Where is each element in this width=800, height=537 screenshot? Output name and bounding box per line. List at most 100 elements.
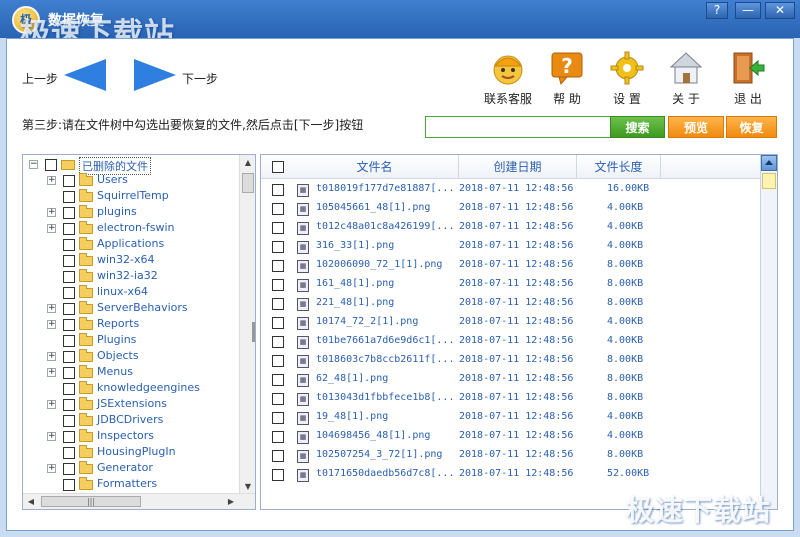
tree-item[interactable]: + Reports [23,317,237,333]
tree-checkbox[interactable] [63,463,75,475]
close-button[interactable]: ✕ [765,2,795,19]
search-button[interactable]: 搜索 [610,116,665,138]
tree-checkbox[interactable] [63,399,75,411]
tree-item-label[interactable]: JDBCDrivers [97,413,163,426]
tree-item-label[interactable]: Menus [97,365,133,378]
tree-checkbox[interactable] [63,223,75,235]
file-checkbox[interactable] [272,412,284,424]
tree-item[interactable]: knowledgeengines [23,381,237,397]
tree-checkbox[interactable] [63,351,75,363]
expand-icon[interactable]: + [47,320,56,329]
tree-item[interactable]: + Inspectors [23,429,237,445]
file-row[interactable]: ▦ t01be7661a7d6e9d6c1[... 2018-07-11 12:48… [261,333,761,352]
file-checkbox[interactable] [272,469,284,481]
tree-item-label[interactable]: electron-fswin [97,221,175,234]
scroll-right-arrow-icon[interactable]: ▶ [223,494,239,509]
tree-item[interactable]: + plugins [23,205,237,221]
file-checkbox[interactable] [272,317,284,329]
tree-checkbox[interactable] [63,479,75,491]
tree-item-label[interactable]: Reports [97,317,139,330]
file-row[interactable]: ▦ 316_33[1].png 2018-07-11 12:48:56 4.00KB [261,238,761,257]
next-step-arrow-icon[interactable] [134,59,176,91]
tree-checkbox[interactable] [63,415,75,427]
file-checkbox[interactable] [272,431,284,443]
expand-icon[interactable]: + [47,352,56,361]
scroll-thumb[interactable]: ||| [41,496,141,507]
file-checkbox[interactable] [272,222,284,234]
expand-icon[interactable]: + [47,304,56,313]
tree-item[interactable]: + Users [23,173,237,189]
tree-checkbox[interactable] [45,159,57,171]
prev-step-arrow-icon[interactable] [64,59,106,91]
file-row[interactable]: ▦ 102507254_3_72[1].png 2018-07-11 12:48:5… [261,447,761,466]
file-row[interactable]: ▦ t018603c7b8ccb2611f[... 2018-07-11 12:48… [261,352,761,371]
tree-item-label[interactable]: Generator [97,461,153,474]
tree-item-label[interactable]: SquirrelTemp [97,189,169,202]
tree-item-label[interactable]: win32-ia32 [97,269,158,282]
tree-root[interactable]: − 已删除的文件 [23,157,237,175]
folder-tree[interactable]: − 已删除的文件 + Users SquirrelTemp + plugins + elec… [22,154,256,510]
tree-item-label[interactable]: Users [97,173,128,186]
about-button[interactable]: 关 于 [657,50,715,108]
file-checkbox[interactable] [272,393,284,405]
tree-item[interactable]: win32-x64 [23,253,237,269]
tree-checkbox[interactable] [63,383,75,395]
tree-item-label[interactable]: linux-x64 [97,285,148,298]
tree-item-label[interactable]: Formatters [97,477,157,490]
tree-item[interactable]: + Menus [23,365,237,381]
pane-splitter[interactable] [252,322,255,342]
tree-item[interactable]: + Generator [23,461,237,477]
help-button[interactable]: ? 帮 助 [538,50,596,108]
tree-checkbox[interactable] [63,191,75,203]
tree-item[interactable]: Formatters [23,477,237,493]
scroll-up-arrow-icon[interactable] [761,155,777,171]
column-header-name[interactable]: 文件名 [291,155,459,179]
expand-icon[interactable]: + [47,368,56,377]
tree-checkbox[interactable] [63,239,75,251]
file-row[interactable]: ▦ 161_48[1].png 2018-07-11 12:48:56 8.00KB [261,276,761,295]
collapse-icon[interactable]: − [29,160,38,169]
file-list[interactable]: 文件名 创建日期 文件长度 ▦ t018019f177d7e81887[... 20… [260,154,778,510]
file-checkbox[interactable] [272,260,284,272]
tree-item-label[interactable]: win32-x64 [97,253,155,266]
file-row[interactable]: ▦ 10174_72_2[1].png 2018-07-11 12:48:56 4.0… [261,314,761,333]
tree-checkbox[interactable] [63,367,75,379]
file-row[interactable]: ▦ 105045661_48[1].png 2018-07-11 12:48:56 4… [261,200,761,219]
file-row[interactable]: ▦ t013043d1fbbfece1b8[... 2018-07-11 12:48… [261,390,761,409]
tree-checkbox[interactable] [63,207,75,219]
search-input[interactable] [425,116,611,138]
tree-item-label[interactable]: Plugins [97,333,136,346]
tree-checkbox[interactable] [63,319,75,331]
scroll-left-arrow-icon[interactable]: ◀ [23,494,39,509]
file-row[interactable]: ▦ 104698456_48[1].png 2018-07-11 12:48:56 4… [261,428,761,447]
tree-checkbox[interactable] [63,287,75,299]
tree-checkbox[interactable] [63,271,75,283]
tree-item[interactable]: + electron-fswin [23,221,237,237]
scroll-up-arrow-icon[interactable]: ▲ [240,155,255,171]
expand-icon[interactable]: + [47,464,56,473]
file-checkbox[interactable] [272,355,284,367]
tree-item[interactable]: linux-x64 [23,285,237,301]
settings-button[interactable]: 设 置 [598,50,656,108]
tree-item[interactable]: + ServerBehaviors [23,301,237,317]
tree-horizontal-scrollbar[interactable]: ◀ ||| ▶ [23,493,255,509]
next-step-label[interactable]: 下一步 [182,70,218,87]
tree-item[interactable]: + Objects [23,349,237,365]
tree-item[interactable]: SquirrelTemp [23,189,237,205]
tree-item-label[interactable]: Objects [97,349,139,362]
expand-icon[interactable]: + [47,432,56,441]
tree-item[interactable]: Plugins [23,333,237,349]
column-header-date[interactable]: 创建日期 [459,155,577,179]
prev-step-label[interactable]: 上一步 [22,70,58,87]
tree-item[interactable]: HousingPlugIn [23,445,237,461]
tree-item-label[interactable]: Inspectors [97,429,154,442]
file-checkbox[interactable] [272,450,284,462]
preview-button[interactable]: 预览 [668,116,724,138]
tree-item[interactable]: Applications [23,237,237,253]
expand-icon[interactable]: + [47,208,56,217]
scroll-thumb[interactable] [762,173,776,189]
tree-checkbox[interactable] [63,175,75,187]
file-row[interactable]: ▦ 102006090_72_1[1].png 2018-07-11 12:48:5… [261,257,761,276]
tree-item-label[interactable]: HousingPlugIn [97,445,176,458]
tree-item[interactable]: + JSExtensions [23,397,237,413]
